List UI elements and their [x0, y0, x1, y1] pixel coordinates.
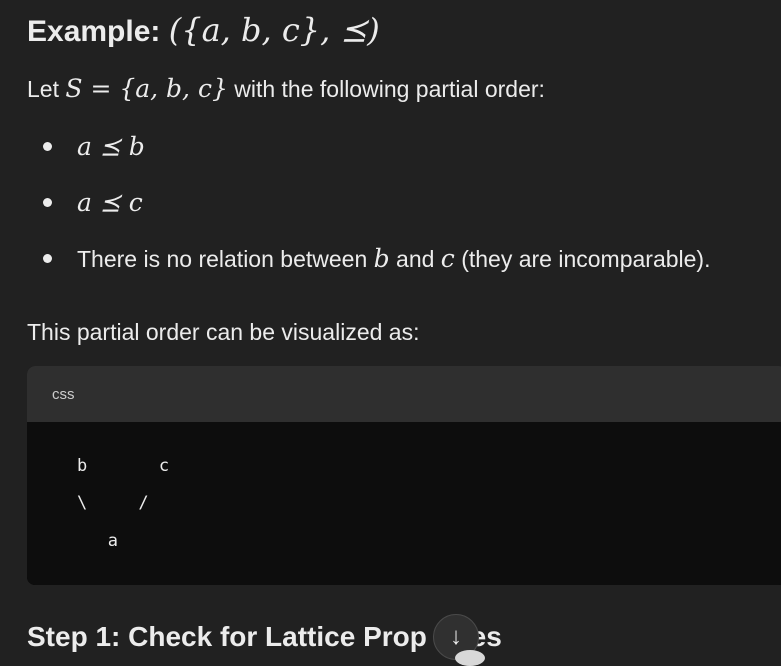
- incomparable-text: There is no relation between b and c (th…: [77, 244, 711, 273]
- text-before: There is no relation between: [77, 245, 374, 272]
- code-body[interactable]: b c \ / a: [27, 422, 781, 585]
- bullet-dot-icon: [43, 141, 52, 151]
- heading-math: ({a, b, c}, ⪯): [168, 11, 380, 49]
- heading-prefix: Example:: [27, 15, 169, 48]
- text-after: (they are incomparable).: [454, 245, 711, 272]
- relation-a-c: a ⪯ c: [77, 187, 143, 217]
- section-heading: Example: ({a, b, c}, ⪯): [27, 8, 380, 54]
- intro-tail: with the following partial order:: [227, 76, 545, 102]
- code-language-label: css: [52, 385, 75, 403]
- var-c: c: [440, 243, 455, 273]
- visualize-paragraph: This partial order can be visualized as:: [27, 319, 420, 345]
- step-heading: Step 1: Check for Lattice Prop ies: [27, 616, 502, 658]
- code-line: b c: [77, 456, 170, 476]
- bullet-dot-icon: [43, 197, 52, 207]
- cursor-indicator: [455, 650, 485, 666]
- text-mid: and: [389, 245, 441, 272]
- var-b: b: [373, 243, 390, 273]
- step-heading-start: Step 1: Check for Lattice Prop: [27, 621, 427, 652]
- bullet-dot-icon: [43, 253, 52, 263]
- code-block: css b c \ / a: [27, 366, 781, 585]
- list-item: a ⪯ b: [43, 128, 145, 164]
- intro-lead: Let: [27, 76, 66, 102]
- arrow-down-icon: ↓: [450, 623, 462, 650]
- code-line: \ /: [77, 493, 149, 513]
- intro-paragraph: Let S = {a, b, c} with the following par…: [27, 70, 545, 108]
- intro-math: S = {a, b, c}: [65, 74, 228, 103]
- relation-a-b: a ⪯ b: [77, 131, 145, 161]
- list-item: There is no relation between b and c (th…: [43, 240, 711, 276]
- code-line: a: [77, 531, 118, 551]
- code-header: css: [27, 366, 781, 422]
- list-item: a ⪯ c: [43, 184, 143, 220]
